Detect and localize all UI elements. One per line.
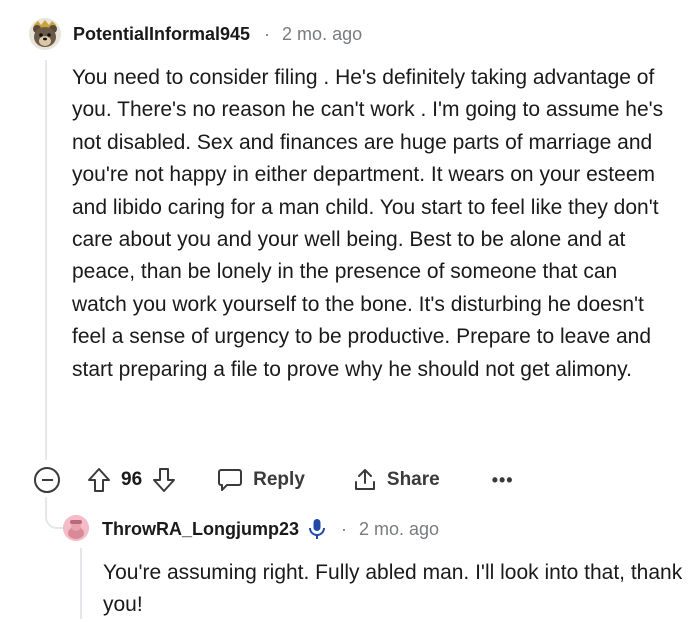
downvote-button[interactable] bbox=[151, 467, 177, 493]
vote-score: 96 bbox=[121, 469, 143, 490]
share-button[interactable]: Share bbox=[353, 468, 440, 492]
upvote-button[interactable] bbox=[86, 467, 112, 493]
collapse-button[interactable] bbox=[34, 467, 60, 493]
pink-avatar-icon bbox=[63, 515, 89, 541]
comment-timestamp[interactable]: 2 mo. ago bbox=[282, 24, 362, 45]
reply-thread-connector bbox=[45, 497, 65, 529]
share-label: Share bbox=[386, 469, 440, 490]
arrow-down-icon bbox=[153, 468, 176, 492]
bear-avatar-icon bbox=[29, 18, 61, 50]
speech-bubble-icon bbox=[218, 469, 243, 491]
share-upload-icon bbox=[354, 469, 375, 490]
reply-label: Reply bbox=[253, 469, 305, 490]
reply-avatar[interactable] bbox=[63, 515, 89, 541]
thread-line[interactable] bbox=[45, 60, 47, 460]
microphone-icon bbox=[307, 518, 327, 540]
reply-button[interactable]: Reply bbox=[217, 468, 305, 492]
reply-body: You're assuming right. Fully abled man. … bbox=[103, 561, 683, 617]
reply-header: ThrowRA_Longjump23 · 2 mo. ago bbox=[102, 516, 439, 542]
reply-username[interactable]: ThrowRA_Longjump23 bbox=[102, 519, 299, 540]
meta-separator: · bbox=[264, 23, 271, 44]
reply-thread-line[interactable] bbox=[80, 548, 82, 619]
comment-body: You need to consider filing . He's defin… bbox=[72, 66, 664, 381]
comment-action-bar: 96 Reply Share ••• bbox=[34, 462, 514, 498]
avatar[interactable] bbox=[28, 17, 62, 51]
comment-username[interactable]: PotentialInformal945 bbox=[73, 24, 250, 45]
more-options-button[interactable]: ••• bbox=[492, 470, 514, 491]
arrow-up-icon bbox=[88, 468, 110, 492]
collapse-circle-minus-icon bbox=[41, 479, 53, 481]
comment-header: PotentialInformal945 · 2 mo. ago bbox=[73, 21, 362, 47]
meta-separator: · bbox=[341, 518, 347, 539]
reply-timestamp[interactable]: 2 mo. ago bbox=[359, 519, 439, 540]
